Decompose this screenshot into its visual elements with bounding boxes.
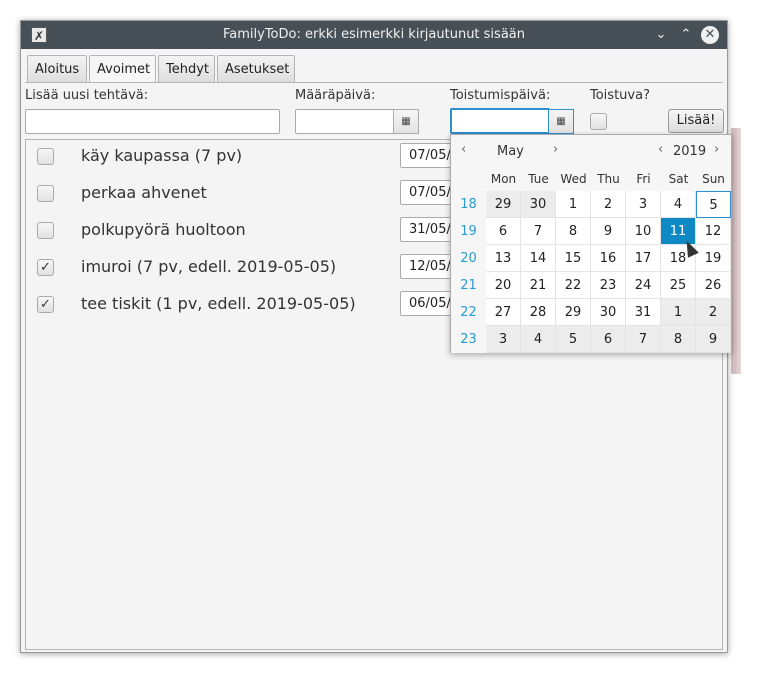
maximize-button[interactable]: ⌃: [676, 25, 696, 45]
calendar-day[interactable]: 27: [486, 299, 521, 326]
calendar-day[interactable]: 19: [696, 245, 731, 272]
due-date-input[interactable]: [295, 109, 395, 134]
calendar-day[interactable]: 2: [591, 191, 626, 218]
weekday-header: Fri: [636, 172, 651, 186]
weekday-header: Sat: [668, 172, 689, 186]
calendar-icon: ▦: [556, 116, 566, 127]
calendar-day[interactable]: 26: [696, 272, 731, 299]
calendar-day[interactable]: 30: [521, 191, 556, 218]
popup-shadow: [731, 128, 741, 374]
calendar-day[interactable]: 17: [626, 245, 661, 272]
calendar-day[interactable]: 14: [521, 245, 556, 272]
calendar-day[interactable]: 3: [486, 326, 521, 353]
week-number: 18: [451, 191, 486, 218]
repeating-label: Toistuva?: [590, 88, 650, 103]
task-name: imuroi (7 pv, edell. 2019-05-05): [81, 257, 337, 276]
task-done-checkbox[interactable]: [37, 148, 54, 165]
calendar-day[interactable]: 8: [556, 218, 591, 245]
task-done-checkbox[interactable]: ✓: [37, 296, 54, 313]
calendar-day[interactable]: 9: [591, 218, 626, 245]
next-year-button[interactable]: ›: [714, 142, 719, 157]
due-date-calendar-button[interactable]: ▦: [393, 109, 419, 134]
weekday-header: Tue: [528, 172, 549, 186]
weekday-header: Sun: [702, 172, 725, 186]
week-number: 20: [451, 245, 486, 272]
new-task-input[interactable]: [25, 109, 280, 134]
calendar-day[interactable]: 4: [521, 326, 556, 353]
calendar-day[interactable]: 10: [626, 218, 661, 245]
repeat-date-input[interactable]: [450, 108, 550, 134]
task-name: perkaa ahvenet: [81, 183, 207, 202]
calendar-month: May: [497, 144, 524, 159]
calendar-day[interactable]: 3: [626, 191, 661, 218]
close-button[interactable]: ✕: [701, 26, 719, 44]
prev-month-button[interactable]: ‹: [461, 142, 466, 157]
week-number: 19: [451, 218, 486, 245]
task-done-checkbox[interactable]: ✓: [37, 259, 54, 276]
tab-divider: [25, 82, 723, 83]
task-done-checkbox[interactable]: [37, 222, 54, 239]
calendar-year: 2019: [673, 144, 707, 159]
week-number: 21: [451, 272, 486, 299]
calendar-icon: ▦: [401, 116, 411, 127]
prev-year-button[interactable]: ‹: [658, 142, 663, 157]
task-done-checkbox[interactable]: [37, 185, 54, 202]
calendar-day[interactable]: 25: [661, 272, 696, 299]
tab-asetukset[interactable]: Asetukset: [217, 55, 295, 82]
week-number: 23: [451, 326, 486, 353]
repeating-checkbox[interactable]: [590, 113, 607, 130]
task-name: käy kaupassa (7 pv): [81, 146, 243, 165]
calendar-day[interactable]: 29: [486, 191, 521, 218]
next-month-button[interactable]: ›: [553, 142, 558, 157]
calendar-day[interactable]: 2: [696, 299, 731, 326]
weekday-header: Thu: [597, 172, 620, 186]
calendar-day[interactable]: 31: [626, 299, 661, 326]
calendar-day[interactable]: 6: [591, 326, 626, 353]
repeat-date-label: Toistumispäivä:: [450, 88, 551, 103]
calendar-day[interactable]: 16: [591, 245, 626, 272]
check-mark-icon: ✓: [40, 260, 51, 275]
calendar-day[interactable]: 1: [556, 191, 591, 218]
check-mark-icon: ✓: [40, 297, 51, 312]
tab-aloitus[interactable]: Aloitus: [27, 55, 87, 82]
title-bar[interactable]: ✗ FamilyToDo: erkki esimerkki kirjautunu…: [21, 21, 727, 49]
calendar-day[interactable]: 21: [521, 272, 556, 299]
calendar-header: ‹ May › ‹ 2019 ›: [451, 135, 731, 167]
add-task-button[interactable]: Lisää!: [668, 109, 724, 133]
task-name: tee tiskit (1 pv, edell. 2019-05-05): [81, 294, 356, 313]
calendar-day[interactable]: 7: [521, 218, 556, 245]
week-number: 22: [451, 299, 486, 326]
weekday-header: Wed: [560, 172, 587, 186]
calendar-day[interactable]: 29: [556, 299, 591, 326]
calendar-day[interactable]: 12: [696, 218, 731, 245]
new-task-label: Lisää uusi tehtävä:: [25, 88, 149, 103]
calendar-day[interactable]: 28: [521, 299, 556, 326]
tab-avoimet[interactable]: Avoimet: [89, 55, 156, 83]
task-name: polkupyörä huoltoon: [81, 220, 246, 239]
window-title: FamilyToDo: erkki esimerkki kirjautunut …: [222, 27, 525, 42]
calendar-day[interactable]: 1: [661, 299, 696, 326]
calendar-day[interactable]: 5: [556, 326, 591, 353]
tab-tehdyt[interactable]: Tehdyt: [158, 55, 215, 82]
calendar-day[interactable]: 13: [486, 245, 521, 272]
calendar-day[interactable]: 9: [696, 326, 731, 353]
calendar-day[interactable]: 24: [626, 272, 661, 299]
repeat-date-calendar-button[interactable]: ▦: [548, 109, 574, 134]
calendar-day[interactable]: 15: [556, 245, 591, 272]
calendar-day[interactable]: 5: [696, 191, 731, 218]
calendar-day[interactable]: 23: [591, 272, 626, 299]
calendar-day[interactable]: 22: [556, 272, 591, 299]
due-date-label: Määräpäivä:: [295, 88, 376, 103]
minimize-button[interactable]: ⌄: [651, 25, 671, 45]
weekday-header: Mon: [490, 172, 517, 186]
calendar-day[interactable]: 30: [591, 299, 626, 326]
calendar-day[interactable]: 7: [626, 326, 661, 353]
calendar-day[interactable]: 8: [661, 326, 696, 353]
calendar-day[interactable]: 4: [661, 191, 696, 218]
calendar-day[interactable]: 6: [486, 218, 521, 245]
calendar-day[interactable]: 20: [486, 272, 521, 299]
